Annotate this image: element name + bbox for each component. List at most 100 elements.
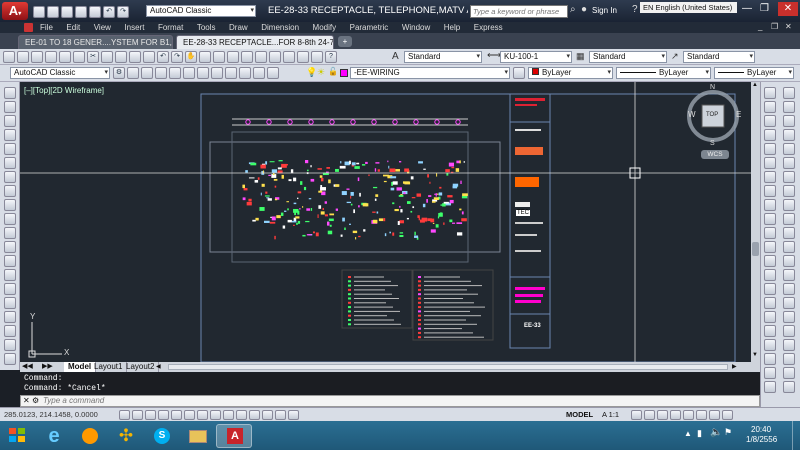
close-command-line-icon[interactable]: ✕ xyxy=(23,396,30,405)
doc-minimize-button[interactable]: _ xyxy=(758,22,762,31)
utility-app-icon[interactable]: ✣ xyxy=(108,424,144,448)
snap-mode-icon[interactable] xyxy=(132,410,143,420)
plot-icon[interactable] xyxy=(45,51,57,63)
region-icon[interactable] xyxy=(4,311,16,323)
text-edit-icon[interactable] xyxy=(764,339,776,351)
doc-restore-button[interactable]: ❐ xyxy=(771,22,778,31)
make-block-icon[interactable] xyxy=(4,255,16,267)
viewcube-east[interactable]: E xyxy=(736,110,741,119)
viewcube-north[interactable]: N xyxy=(710,84,715,91)
design-center-icon[interactable] xyxy=(255,51,267,63)
extend-icon[interactable] xyxy=(764,227,776,239)
ortho-mode-icon[interactable] xyxy=(158,410,169,420)
paste-icon[interactable] xyxy=(115,51,127,63)
wcs-menu[interactable]: WCS xyxy=(701,150,729,159)
horizontal-scroll-thumb[interactable] xyxy=(168,364,728,370)
extension-snap-icon[interactable] xyxy=(783,143,795,155)
grid-display-icon[interactable] xyxy=(145,410,156,420)
ungroup-icon[interactable] xyxy=(764,367,776,379)
speaker-icon[interactable]: 🔈 xyxy=(710,427,722,438)
network-icon[interactable]: ▮ xyxy=(697,428,702,439)
add-selected-icon[interactable] xyxy=(4,353,16,365)
object-snap-icon[interactable] xyxy=(184,410,195,420)
menu-edit[interactable]: Edit xyxy=(66,22,80,33)
lineweight-dropdown[interactable]: ByLayer ▾ xyxy=(714,67,794,79)
text-style-dropdown[interactable]: Standard ▾ xyxy=(404,51,482,63)
osnap-settings-icon[interactable] xyxy=(783,283,795,295)
menu-express[interactable]: Express xyxy=(474,22,503,33)
node-snap-icon[interactable] xyxy=(783,241,795,253)
trim-icon[interactable] xyxy=(764,213,776,225)
center-snap-icon[interactable] xyxy=(783,157,795,169)
auto-scale-icon[interactable] xyxy=(644,410,655,420)
first-layout-arrow[interactable]: ◀◀ xyxy=(22,362,33,370)
array-icon[interactable] xyxy=(764,143,776,155)
menu-help[interactable]: Help xyxy=(444,22,460,33)
close-button[interactable]: ✕ xyxy=(778,2,798,16)
plot-icon[interactable] xyxy=(89,6,101,18)
tab-layout2[interactable]: Layout2 xyxy=(122,362,160,372)
annotation-scale[interactable]: A 1:1 xyxy=(602,410,619,420)
perpendicular-snap-icon[interactable] xyxy=(783,199,795,211)
match-properties-icon[interactable] xyxy=(129,51,141,63)
dynamic-input-icon[interactable] xyxy=(236,410,247,420)
rotate-icon[interactable] xyxy=(764,171,776,183)
zoom-previous-icon[interactable] xyxy=(227,51,239,63)
arc-icon[interactable] xyxy=(4,157,16,169)
none-snap-icon[interactable] xyxy=(783,269,795,281)
dynamic-ucs-icon[interactable] xyxy=(223,410,234,420)
viewcube-west[interactable]: W xyxy=(688,110,696,119)
drawing-canvas[interactable]: [–][Top][2D Wireframe] TOP N S E W WCS Y… xyxy=(20,82,754,362)
media-app-icon[interactable] xyxy=(72,424,108,448)
ellipse-arc-icon[interactable] xyxy=(4,227,16,239)
workspace-dropdown[interactable]: AutoCAD Classic ▾ xyxy=(10,67,110,79)
stretch-icon[interactable] xyxy=(764,199,776,211)
sheet-set-icon[interactable] xyxy=(283,51,295,63)
table-style-dropdown[interactable]: Standard ▾ xyxy=(589,51,667,63)
workspace-switching-icon[interactable] xyxy=(657,410,668,420)
internet-explorer-icon[interactable]: e xyxy=(36,424,72,448)
quickcalc-icon[interactable] xyxy=(311,51,323,63)
command-input[interactable]: Type a command xyxy=(43,396,743,406)
chamfer-icon[interactable] xyxy=(764,283,776,295)
next-layout-arrow[interactable]: ▶▶ xyxy=(42,362,53,370)
polar-tracking-icon[interactable] xyxy=(171,410,182,420)
isolate-objects-icon[interactable] xyxy=(696,410,707,420)
hatch-icon[interactable] xyxy=(4,283,16,295)
scroll-thumb[interactable] xyxy=(752,242,759,256)
horizontal-scroll-left[interactable]: ◀ xyxy=(156,363,161,370)
flag-icon[interactable]: ⚑ xyxy=(724,427,732,438)
new-icon[interactable] xyxy=(33,6,45,18)
plot-preview-icon[interactable] xyxy=(59,51,71,63)
fillet-icon[interactable] xyxy=(764,297,776,309)
properties-icon[interactable] xyxy=(241,51,253,63)
layer-dropdown[interactable]: -EE-WIRING ▾ xyxy=(350,67,510,79)
from-snap-icon[interactable] xyxy=(783,311,795,323)
circle-icon[interactable] xyxy=(4,171,16,183)
layer-freeze-icon[interactable] xyxy=(253,67,265,79)
cut-icon[interactable]: ✂ xyxy=(87,51,99,63)
insert-snap-icon[interactable] xyxy=(783,227,795,239)
menu-window[interactable]: Window xyxy=(402,22,430,33)
zoom-window-icon[interactable] xyxy=(213,51,225,63)
viewcube-top-label[interactable]: TOP xyxy=(706,112,718,118)
erase-icon[interactable] xyxy=(764,87,776,99)
scale-icon[interactable] xyxy=(764,185,776,197)
midbetween-snap-icon[interactable] xyxy=(783,325,795,337)
layer-walk-icon[interactable] xyxy=(211,67,223,79)
layer-isolate-icon[interactable] xyxy=(183,67,195,79)
polyline-icon[interactable] xyxy=(4,115,16,127)
workspace-settings-icon[interactable]: ⚙ xyxy=(113,67,125,79)
markup-icon[interactable] xyxy=(297,51,309,63)
3d-object-snap-icon[interactable] xyxy=(197,410,208,420)
hardware-acceleration-icon[interactable] xyxy=(683,410,694,420)
join-icon[interactable] xyxy=(764,269,776,281)
document-icon[interactable] xyxy=(24,23,33,32)
menu-dimension[interactable]: Dimension xyxy=(261,22,299,33)
spline-icon[interactable] xyxy=(4,199,16,211)
polygon-icon[interactable] xyxy=(4,129,16,141)
minimize-button[interactable]: — xyxy=(742,3,752,14)
menu-parametric[interactable]: Parametric xyxy=(350,22,389,33)
language-indicator[interactable]: EN English (United States) xyxy=(640,2,737,13)
start-button[interactable] xyxy=(6,424,28,446)
